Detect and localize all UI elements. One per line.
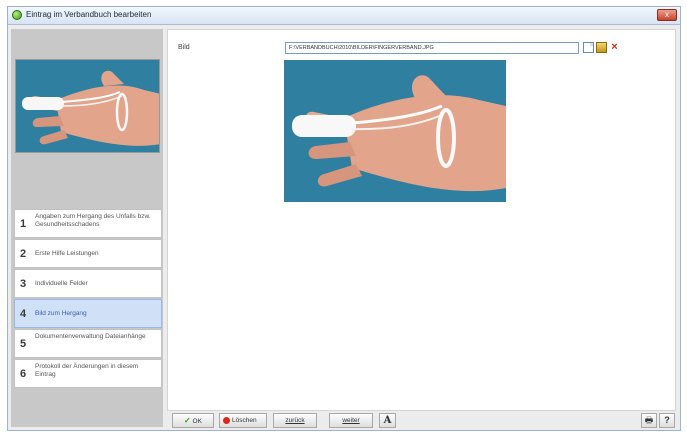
- help-button[interactable]: ?: [659, 413, 675, 428]
- wizard-steps: 1 Angaben zum Hergang des Unfalls bzw. G…: [14, 209, 162, 389]
- step-label: Angaben zum Hergang des Unfalls bzw. Ges…: [35, 213, 151, 228]
- back-button[interactable]: zurück: [273, 413, 317, 428]
- delete-button[interactable]: Löschen: [219, 413, 267, 428]
- sidebar: 1 Angaben zum Hergang des Unfalls bzw. G…: [11, 29, 163, 427]
- ok-button[interactable]: ✓ OK: [172, 413, 214, 428]
- step-number: 6: [20, 368, 27, 380]
- main-image: [284, 60, 506, 202]
- delete-image-icon[interactable]: ×: [609, 42, 620, 53]
- step-label: Individuelle Felder: [35, 280, 88, 287]
- step-1-tab[interactable]: 1 Angaben zum Hergang des Unfalls bzw. G…: [14, 209, 162, 238]
- step-label: Dokumentenverwaltung Dateianhänge: [35, 333, 146, 340]
- bottom-toolbar: ✓ OK Löschen zurück weiter A 🖶 ?: [167, 411, 676, 429]
- delete-icon: [223, 417, 230, 424]
- close-button[interactable]: x: [657, 9, 677, 21]
- step-6-tab[interactable]: 6 Protokoll der Änderungen in diesem Ein…: [14, 359, 162, 388]
- title-bar: Eintrag im Verbandbuch bearbeiten x: [8, 7, 680, 25]
- step-number: 1: [20, 218, 27, 230]
- app-icon: [12, 10, 22, 20]
- step-label: Bild zum Hergang: [35, 310, 87, 317]
- open-folder-icon[interactable]: [596, 42, 607, 53]
- step-number: 4: [20, 308, 27, 320]
- step-number: 5: [20, 338, 27, 350]
- step-2-tab[interactable]: 2 Erste Hilfe Leistungen: [14, 239, 162, 268]
- step-label: Erste Hilfe Leistungen: [35, 250, 99, 257]
- step-number: 3: [20, 278, 27, 290]
- step-4-tab[interactable]: 4 Bild zum Hergang: [14, 299, 162, 328]
- main-panel: Bild F:\VERBANDBUCH\2010\BILDER\FINGERVE…: [167, 29, 676, 411]
- step-3-tab[interactable]: 3 Individuelle Felder: [14, 269, 162, 298]
- thumbnail-image: [15, 59, 160, 153]
- delete-label: Löschen: [232, 417, 257, 424]
- print-icon[interactable]: 🖶: [641, 413, 657, 428]
- step-number: 2: [20, 248, 27, 260]
- window-title: Eintrag im Verbandbuch bearbeiten: [26, 10, 152, 19]
- image-field-label: Bild: [178, 44, 190, 51]
- step-5-tab[interactable]: 5 Dokumentenverwaltung Dateianhänge: [14, 329, 162, 358]
- editor-window: Eintrag im Verbandbuch bearbeiten x 1 An…: [7, 6, 681, 431]
- step-label: Protokoll der Änderungen in diesem Eintr…: [35, 363, 139, 378]
- new-file-icon[interactable]: [583, 42, 594, 53]
- ok-label: OK: [192, 418, 202, 425]
- font-size-button[interactable]: A: [379, 413, 396, 428]
- image-path-field[interactable]: F:\VERBANDBUCH\2010\BILDER\FINGERVERBAND…: [285, 42, 579, 54]
- next-button[interactable]: weiter: [329, 413, 373, 428]
- check-icon: ✓: [184, 416, 191, 425]
